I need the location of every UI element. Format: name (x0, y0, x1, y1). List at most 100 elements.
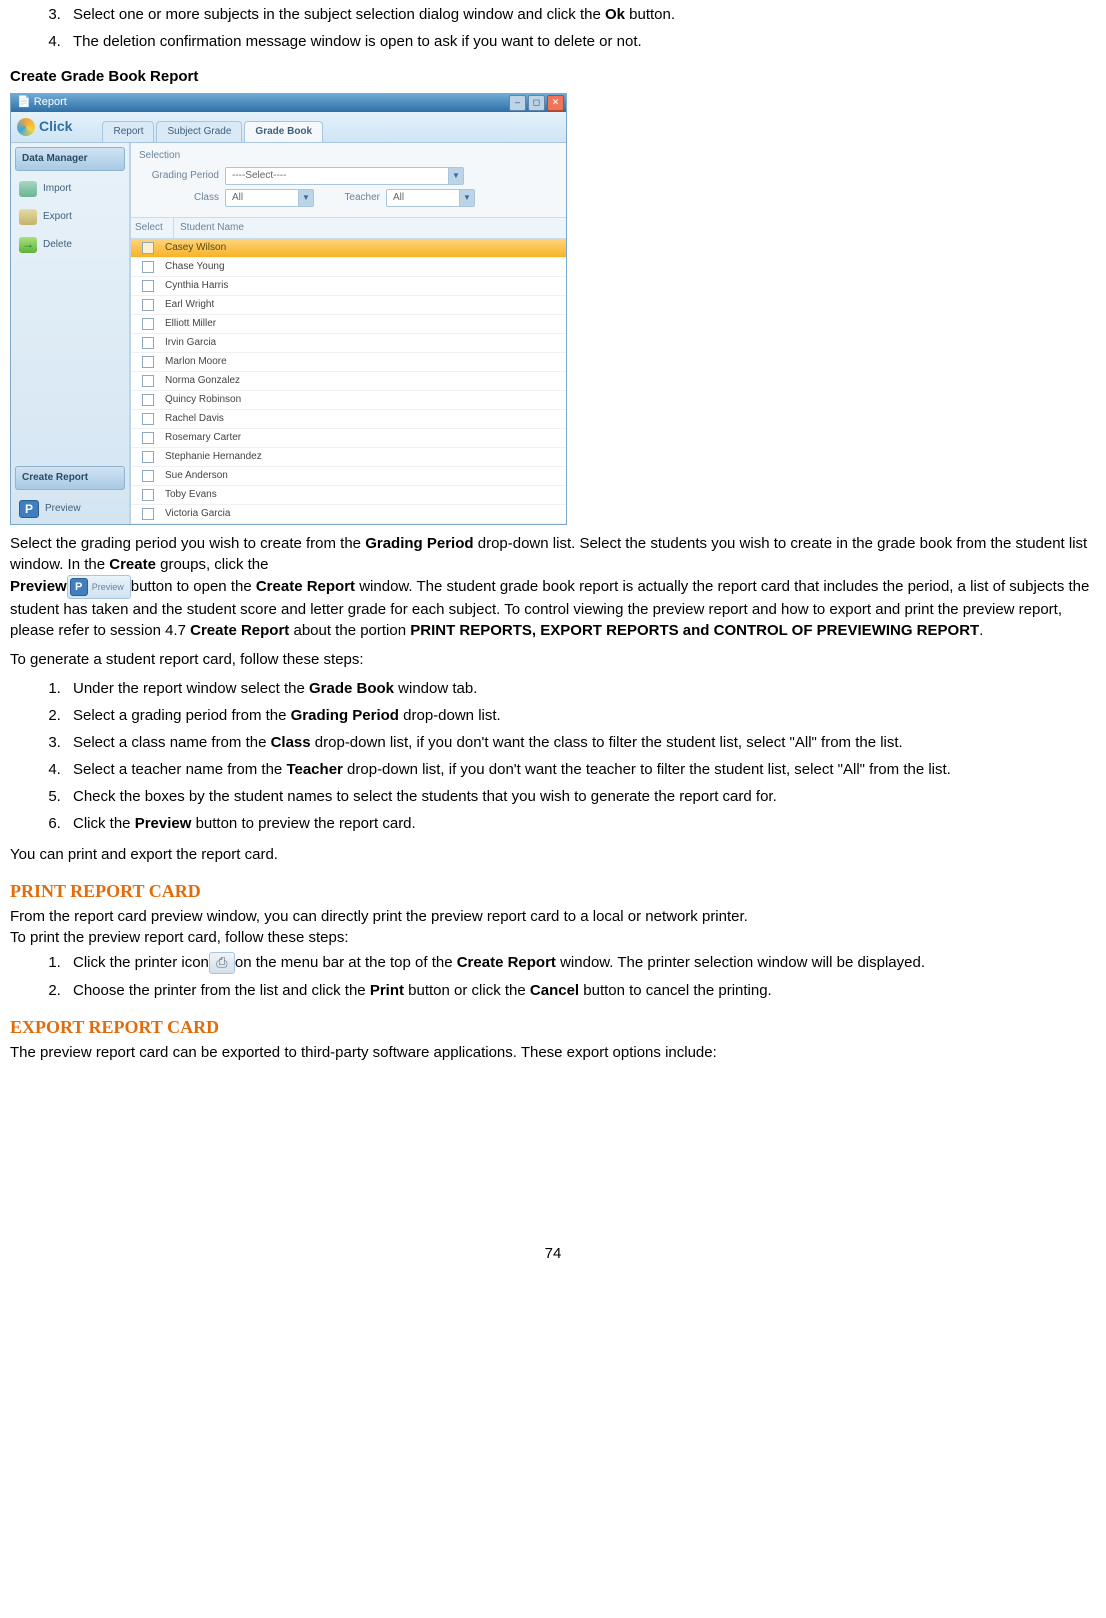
sidebar-item-preview[interactable]: P Preview (11, 494, 129, 524)
page-number: 74 (10, 1243, 1096, 1264)
chevron-down-icon: ▼ (298, 190, 313, 206)
dropdown-grading-period[interactable]: ----Select---- ▼ (225, 167, 464, 185)
label-teacher: Teacher (320, 191, 380, 205)
generate-steps-list: Under the report window select the Grade… (10, 678, 1096, 834)
preview-button-label: Preview (92, 581, 124, 594)
checkbox[interactable] (142, 356, 154, 368)
student-name: Elliott Miller (165, 317, 216, 331)
chevron-down-icon: ▼ (448, 168, 463, 184)
sidebar-header-create-report[interactable]: Create Report (15, 466, 125, 490)
student-name: Stephanie Hernandez (165, 450, 262, 464)
table-row[interactable]: Casey Wilson (131, 239, 566, 258)
dropdown-value: All (387, 191, 459, 205)
checkbox[interactable] (142, 261, 154, 273)
list-item: Select a class name from the Class drop-… (65, 732, 1096, 753)
label-grading-period: Grading Period (139, 169, 219, 183)
intro-steps-list: Select one or more subjects in the subje… (10, 4, 1096, 52)
sidebar-item-export[interactable]: Export (11, 203, 129, 231)
heading-print-report-card: PRINT REPORT CARD (10, 879, 1096, 904)
titlebar: 📄 Report – ◻ ✕ (11, 94, 566, 112)
student-list: Casey WilsonChase Young Cynthia Harris Ear… (131, 239, 566, 524)
checkbox[interactable] (142, 432, 154, 444)
list-item: Click the printer icon⎙on the menu bar a… (65, 952, 1096, 974)
selection-title: Selection (139, 149, 558, 163)
minimize-button[interactable]: – (509, 95, 526, 111)
table-row[interactable]: Norma Gonzalez (131, 372, 566, 391)
sidebar-item-delete[interactable]: Delete (11, 231, 129, 259)
body-paragraph: The preview report card can be exported … (10, 1042, 1096, 1063)
close-button[interactable]: ✕ (547, 95, 564, 111)
list-item: The deletion confirmation message window… (65, 31, 1096, 52)
checkbox[interactable] (142, 413, 154, 425)
table-row[interactable]: Earl Wright (131, 296, 566, 315)
column-student-name: Student Name (174, 218, 566, 238)
tab-report[interactable]: Report (102, 121, 154, 142)
checkbox[interactable] (142, 489, 154, 501)
tab-subject-grade[interactable]: Subject Grade (156, 121, 242, 142)
print-steps-list: Click the printer icon⎙on the menu bar a… (10, 952, 1096, 1001)
list-item: Select one or more subjects in the subje… (65, 4, 1096, 25)
list-item: Select a teacher name from the Teacher d… (65, 759, 1096, 780)
checkbox[interactable] (142, 337, 154, 349)
list-item: Click the Preview button to preview the … (65, 813, 1096, 834)
body-paragraph: Select the grading period you wish to cr… (10, 533, 1096, 641)
list-item: Under the report window select the Grade… (65, 678, 1096, 699)
table-row[interactable]: Irvin Garcia (131, 334, 566, 353)
selection-panel: Selection Grading Period ----Select---- … (131, 143, 566, 218)
preview-button-inline[interactable]: P Preview (67, 575, 131, 599)
chevron-down-icon: ▼ (459, 190, 474, 206)
student-name: Norma Gonzalez (165, 374, 240, 388)
body-paragraph: To print the preview report card, follow… (10, 927, 1096, 948)
checkbox[interactable] (142, 470, 154, 482)
table-row[interactable]: Marlon Moore (131, 353, 566, 372)
logo-icon (17, 118, 35, 136)
table-row[interactable]: Stephanie Hernandez (131, 448, 566, 467)
table-row[interactable]: Chase Young (131, 258, 566, 277)
list-item: Check the boxes by the student names to … (65, 786, 1096, 807)
student-name: Cynthia Harris (165, 279, 228, 293)
printer-icon[interactable]: ⎙ (209, 952, 235, 974)
main-pane: Selection Grading Period ----Select---- … (130, 143, 566, 524)
tab-grade-book[interactable]: Grade Book (244, 121, 323, 142)
checkbox[interactable] (142, 318, 154, 330)
table-row[interactable]: Sue Anderson (131, 467, 566, 486)
table-row[interactable]: Rosemary Carter (131, 429, 566, 448)
table-row[interactable]: Rachel Davis (131, 410, 566, 429)
student-name: Sue Anderson (165, 469, 228, 483)
preview-icon: P (19, 500, 39, 518)
list-item: Choose the printer from the list and cli… (65, 980, 1096, 1001)
checkbox[interactable] (142, 394, 154, 406)
maximize-button[interactable]: ◻ (528, 95, 545, 111)
checkbox[interactable] (142, 375, 154, 387)
sidebar-item-label: Preview (45, 502, 81, 516)
table-row[interactable]: Toby Evans (131, 486, 566, 505)
table-row[interactable]: Quincy Robinson (131, 391, 566, 410)
table-row[interactable]: Elliott Miller (131, 315, 566, 334)
tabs: Report Subject Grade Grade Book (102, 112, 325, 142)
column-select: Select (131, 218, 174, 238)
preview-icon: P (70, 578, 88, 596)
export-icon (19, 209, 37, 225)
dropdown-value: All (226, 191, 298, 205)
checkbox[interactable] (142, 280, 154, 292)
student-name: Irvin Garcia (165, 336, 216, 350)
student-name: Quincy Robinson (165, 393, 241, 407)
window-title: 📄 Report (17, 95, 67, 110)
body-paragraph: From the report card preview window, you… (10, 906, 1096, 927)
dropdown-class[interactable]: All ▼ (225, 189, 314, 207)
checkbox[interactable] (142, 451, 154, 463)
logo-text: Click (39, 117, 72, 137)
table-row[interactable]: Victoria Garcia (131, 505, 566, 524)
sidebar-item-import[interactable]: Import (11, 175, 129, 203)
sidebar-header-data-manager[interactable]: Data Manager (15, 147, 125, 171)
app-header: Click Report Subject Grade Grade Book (11, 112, 566, 143)
checkbox[interactable] (142, 508, 154, 520)
section-title: Create Grade Book Report (10, 66, 1096, 87)
checkbox[interactable] (142, 242, 154, 254)
student-name: Rosemary Carter (165, 431, 241, 445)
checkbox[interactable] (142, 299, 154, 311)
sidebar-item-label: Export (43, 210, 72, 224)
table-row[interactable]: Cynthia Harris (131, 277, 566, 296)
dropdown-teacher[interactable]: All ▼ (386, 189, 475, 207)
list-item: Select a grading period from the Grading… (65, 705, 1096, 726)
